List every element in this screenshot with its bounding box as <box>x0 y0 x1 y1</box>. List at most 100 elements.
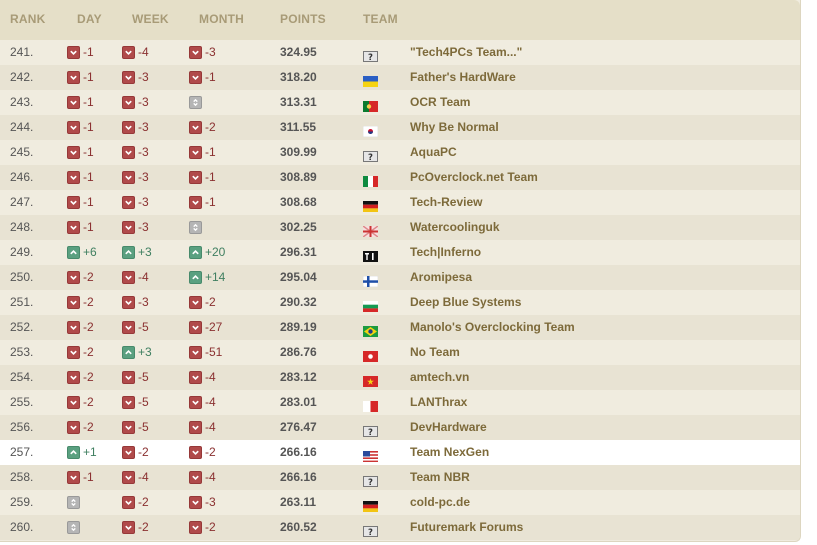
day-change: -2 <box>67 365 94 390</box>
points-value: 283.12 <box>280 370 317 384</box>
team-link[interactable]: Deep Blue Systems <box>410 290 521 315</box>
day-change-value: -2 <box>83 295 94 309</box>
header-month[interactable]: MONTH <box>199 12 244 26</box>
arrow-down-icon <box>122 396 135 409</box>
month-change-value: -2 <box>205 295 216 309</box>
team-link[interactable]: Tech|Inferno <box>410 240 481 265</box>
day-change-value: -1 <box>83 220 94 234</box>
header-points[interactable]: POINTS <box>280 12 326 26</box>
arrow-down-icon <box>189 396 202 409</box>
team-link[interactable]: cold-pc.de <box>410 490 470 515</box>
day-change-value: -2 <box>83 370 94 384</box>
table-row: 245. -1 -3 -1 309.99 ? AquaPC <box>0 140 800 165</box>
team-link[interactable]: amtech.vn <box>410 365 469 390</box>
arrow-down-icon <box>189 521 202 534</box>
week-change: -4 <box>122 265 149 290</box>
team-link[interactable]: "Tech4PCs Team..." <box>410 40 522 65</box>
month-change: -1 <box>189 65 216 90</box>
arrow-down-icon <box>67 96 80 109</box>
team-link[interactable]: AquaPC <box>410 140 457 165</box>
week-change-value: -5 <box>138 420 149 434</box>
week-change-value: -4 <box>138 45 149 59</box>
day-change: -2 <box>67 290 94 315</box>
arrow-up-icon <box>67 446 80 459</box>
week-change-value: -3 <box>138 170 149 184</box>
day-change: -1 <box>67 140 94 165</box>
month-change: -4 <box>189 465 216 490</box>
header-team[interactable]: TEAM <box>363 12 398 26</box>
team-link[interactable]: Team NexGen <box>410 440 489 465</box>
month-change: -2 <box>189 290 216 315</box>
header-day[interactable]: DAY <box>77 12 102 26</box>
unknown-flag-icon: ? <box>363 421 378 438</box>
team-link[interactable]: Why Be Normal <box>410 115 499 140</box>
team-link[interactable]: OCR Team <box>410 90 470 115</box>
day-change: +6 <box>67 240 97 265</box>
week-change-value: -3 <box>138 145 149 159</box>
table-row: 251. -2 -3 -2 290.32 Deep Blue Systems <box>0 290 800 315</box>
month-change-value: -4 <box>205 470 216 484</box>
month-change: -2 <box>189 115 216 140</box>
arrow-down-icon <box>67 421 80 434</box>
arrow-down-icon <box>122 46 135 59</box>
team-link[interactable]: No Team <box>410 340 460 365</box>
month-change: -2 <box>189 440 216 465</box>
team-link[interactable]: LANThrax <box>410 390 467 415</box>
week-change-value: -3 <box>138 220 149 234</box>
rank-value: 241. <box>10 45 34 59</box>
arrow-up-icon <box>122 346 135 359</box>
arrow-down-icon <box>122 446 135 459</box>
svg-text:?: ? <box>368 478 373 487</box>
points-value: 286.76 <box>280 345 317 359</box>
week-change: -3 <box>122 290 149 315</box>
table-row: 260. -2 -2 260.52 ? Futuremark Forums <box>0 515 800 540</box>
arrow-down-icon <box>189 71 202 84</box>
team-link[interactable]: Team NBR <box>410 465 470 490</box>
arrow-down-icon <box>67 271 80 284</box>
brazil-flag-icon <box>363 321 378 337</box>
header-rank[interactable]: RANK <box>10 12 45 26</box>
arrow-down-icon <box>122 121 135 134</box>
month-change-value: -4 <box>205 395 216 409</box>
team-link[interactable]: DevHardware <box>410 415 487 440</box>
table-row: 242. -1 -3 -1 318.20 Father's HardWare <box>0 65 800 90</box>
week-change-value: -2 <box>138 495 149 509</box>
arrow-down-icon <box>67 71 80 84</box>
table-row: 254. -2 -5 -4 283.12 amtech.vn <box>0 365 800 390</box>
points-value: 308.68 <box>280 195 317 209</box>
table-row: 246. -1 -3 -1 308.89 PcOverclock.net Tea… <box>0 165 800 190</box>
arrow-down-icon <box>189 321 202 334</box>
header-week[interactable]: WEEK <box>132 12 169 26</box>
arrow-down-icon <box>122 421 135 434</box>
team-link[interactable]: Futuremark Forums <box>410 515 523 540</box>
team-link[interactable]: Manolo's Overclocking Team <box>410 315 575 340</box>
month-change: -4 <box>189 390 216 415</box>
germany-flag-icon <box>363 196 378 212</box>
arrow-down-icon <box>67 221 80 234</box>
team-link[interactable]: PcOverclock.net Team <box>410 165 538 190</box>
month-change-value: -1 <box>205 170 216 184</box>
month-change: -2 <box>189 515 216 540</box>
table-row: 255. -2 -5 -4 283.01 LANThrax <box>0 390 800 415</box>
arrow-down-icon <box>189 121 202 134</box>
arrow-down-icon <box>189 171 202 184</box>
team-link[interactable]: Father's HardWare <box>410 65 516 90</box>
points-value: 296.31 <box>280 245 317 259</box>
table-row: 244. -1 -3 -2 311.55 Why Be Normal <box>0 115 800 140</box>
rank-value: 255. <box>10 395 34 409</box>
day-change: -1 <box>67 90 94 115</box>
team-link[interactable]: Watercoolinguk <box>410 215 500 240</box>
week-change-value: -3 <box>138 120 149 134</box>
rank-value: 253. <box>10 345 34 359</box>
svg-text:?: ? <box>368 153 373 162</box>
points-value: 289.19 <box>280 320 317 334</box>
arrow-down-icon <box>122 321 135 334</box>
month-change-value: +20 <box>205 245 226 259</box>
week-change-value: -5 <box>138 320 149 334</box>
day-change-value: -1 <box>83 95 94 109</box>
team-link[interactable]: Tech-Review <box>410 190 482 215</box>
rank-value: 254. <box>10 370 34 384</box>
team-link[interactable]: Aromipesa <box>410 265 472 290</box>
month-change-value: -1 <box>205 145 216 159</box>
rank-value: 260. <box>10 520 34 534</box>
